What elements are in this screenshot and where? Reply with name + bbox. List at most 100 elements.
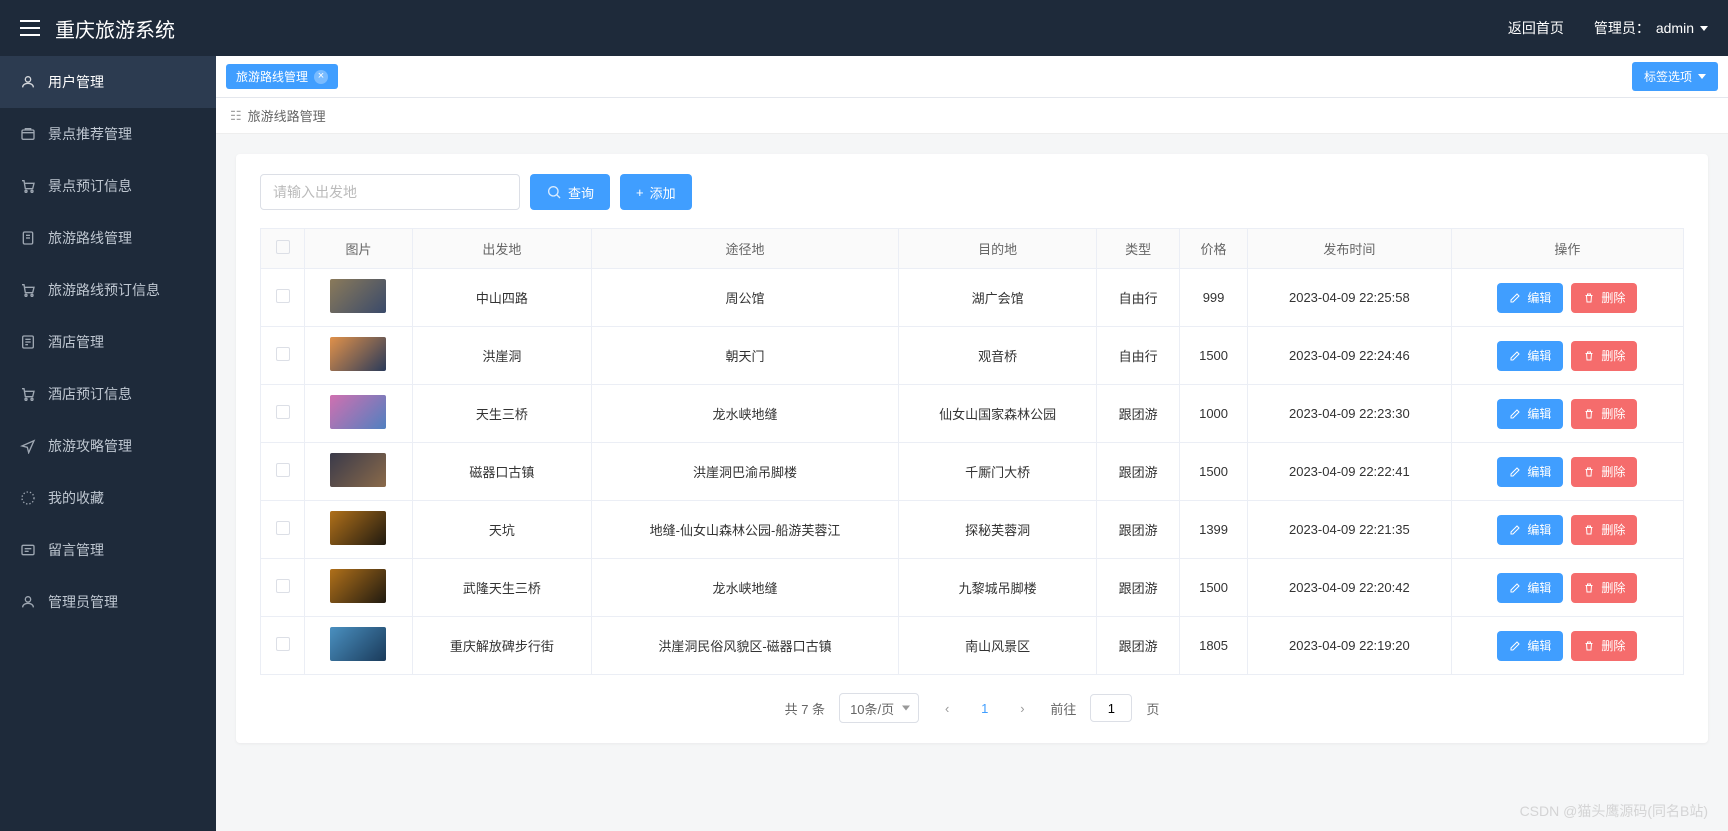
tabs: 旅游路线管理 × <box>226 64 338 89</box>
sidebar-item-label: 酒店预订信息 <box>48 384 132 404</box>
table-row: 天坑 地缝-仙女山森林公园-船游芙蓉江 探秘芙蓉洞 跟团游 1399 2023-… <box>261 501 1684 559</box>
add-button[interactable]: + 添加 <box>620 174 692 210</box>
sidebar-item[interactable]: 旅游攻略管理 <box>0 420 216 472</box>
page-size-select[interactable]: 10条/页 <box>839 693 919 723</box>
sidebar-item[interactable]: 景点推荐管理 <box>0 108 216 160</box>
cell-type: 跟团游 <box>1097 501 1180 559</box>
cell-price: 999 <box>1180 269 1248 327</box>
sidebar-icon <box>20 542 36 558</box>
row-thumbnail <box>330 337 386 371</box>
table-row: 天生三桥 龙水峡地缝 仙女山国家森林公园 跟团游 1000 2023-04-09… <box>261 385 1684 443</box>
sidebar-icon <box>20 438 36 454</box>
delete-label: 删除 <box>1601 521 1625 538</box>
edit-button[interactable]: 编辑 <box>1497 631 1563 661</box>
row-checkbox[interactable] <box>276 405 290 419</box>
sidebar-icon <box>20 178 36 194</box>
delete-button[interactable]: 删除 <box>1571 399 1637 429</box>
delete-button[interactable]: 删除 <box>1571 341 1637 371</box>
row-thumbnail <box>330 453 386 487</box>
sidebar-item[interactable]: 酒店管理 <box>0 316 216 368</box>
table-header: 目的地 <box>899 229 1097 269</box>
table-header: 价格 <box>1180 229 1248 269</box>
sidebar-item-label: 景点推荐管理 <box>48 124 132 144</box>
row-thumbnail <box>330 627 386 661</box>
query-button[interactable]: 查询 <box>530 174 610 210</box>
next-page-button[interactable]: › <box>1008 694 1036 722</box>
menu-toggle-icon[interactable] <box>20 20 40 36</box>
select-all-checkbox[interactable] <box>276 240 290 254</box>
delete-button[interactable]: 删除 <box>1571 573 1637 603</box>
cell-to: 南山风景区 <box>899 617 1097 675</box>
cell-via: 地缝-仙女山森林公园-船游芙蓉江 <box>591 501 898 559</box>
close-icon[interactable]: × <box>314 70 328 84</box>
edit-button[interactable]: 编辑 <box>1497 399 1563 429</box>
table-header: 途径地 <box>591 229 898 269</box>
content-panel: 查询 + 添加 图片出发地途径地目的地类型价格发布时间操作 中山四路 周公馆 湖… <box>236 154 1708 743</box>
trash-icon <box>1583 640 1595 652</box>
row-checkbox[interactable] <box>276 637 290 651</box>
sidebar-item[interactable]: 管理员管理 <box>0 576 216 628</box>
cell-to: 观音桥 <box>899 327 1097 385</box>
cell-time: 2023-04-09 22:23:30 <box>1248 385 1452 443</box>
edit-label: 编辑 <box>1527 521 1551 538</box>
cell-price: 1500 <box>1180 327 1248 385</box>
sidebar-item-label: 旅游路线预订信息 <box>48 280 160 300</box>
table-row: 重庆解放碑步行街 洪崖洞民俗风貌区-磁器口古镇 南山风景区 跟团游 1805 2… <box>261 617 1684 675</box>
row-checkbox[interactable] <box>276 463 290 477</box>
edit-button[interactable]: 编辑 <box>1497 283 1563 313</box>
cell-to: 湖广会馆 <box>899 269 1097 327</box>
tab-active[interactable]: 旅游路线管理 × <box>226 64 338 89</box>
edit-button[interactable]: 编辑 <box>1497 341 1563 371</box>
table-header: 发布时间 <box>1248 229 1452 269</box>
cell-to: 探秘芙蓉洞 <box>899 501 1097 559</box>
edit-button[interactable]: 编辑 <box>1497 457 1563 487</box>
sidebar-item[interactable]: 景点预订信息 <box>0 160 216 212</box>
sidebar-item[interactable]: 旅游路线预订信息 <box>0 264 216 316</box>
data-table: 图片出发地途径地目的地类型价格发布时间操作 中山四路 周公馆 湖广会馆 自由行 … <box>260 228 1684 675</box>
table-header: 操作 <box>1451 229 1683 269</box>
trash-icon <box>1583 582 1595 594</box>
edit-label: 编辑 <box>1527 579 1551 596</box>
page-number[interactable]: 1 <box>975 701 994 716</box>
sidebar-item[interactable]: 旅游路线管理 <box>0 212 216 264</box>
edit-icon <box>1509 408 1521 420</box>
row-checkbox[interactable] <box>276 521 290 535</box>
tab-options-dropdown[interactable]: 标签选项 <box>1632 62 1718 91</box>
sidebar-item[interactable]: 用户管理 <box>0 56 216 108</box>
row-thumbnail <box>330 395 386 429</box>
app-header: 重庆旅游系统 返回首页 管理员： admin <box>0 0 1728 56</box>
sidebar-item-label: 酒店管理 <box>48 332 104 352</box>
trash-icon <box>1583 350 1595 362</box>
breadcrumb-label: 旅游线路管理 <box>248 106 326 125</box>
edit-label: 编辑 <box>1527 637 1551 654</box>
goto-input[interactable] <box>1090 694 1132 722</box>
cell-type: 自由行 <box>1097 327 1180 385</box>
sidebar-item[interactable]: 我的收藏 <box>0 472 216 524</box>
delete-button[interactable]: 删除 <box>1571 515 1637 545</box>
cell-to: 仙女山国家森林公园 <box>899 385 1097 443</box>
prev-page-button[interactable]: ‹ <box>933 694 961 722</box>
edit-button[interactable]: 编辑 <box>1497 515 1563 545</box>
table-header: 出发地 <box>412 229 591 269</box>
delete-button[interactable]: 删除 <box>1571 283 1637 313</box>
admin-name: admin <box>1656 20 1694 36</box>
delete-button[interactable]: 删除 <box>1571 457 1637 487</box>
row-checkbox[interactable] <box>276 579 290 593</box>
trash-icon <box>1583 292 1595 304</box>
admin-dropdown[interactable]: 管理员： admin <box>1594 18 1708 38</box>
cell-to: 九黎城吊脚楼 <box>899 559 1097 617</box>
delete-button[interactable]: 删除 <box>1571 631 1637 661</box>
edit-label: 编辑 <box>1527 289 1551 306</box>
search-input[interactable] <box>260 174 520 210</box>
sidebar-item[interactable]: 酒店预订信息 <box>0 368 216 420</box>
delete-label: 删除 <box>1601 463 1625 480</box>
sidebar-item[interactable]: 留言管理 <box>0 524 216 576</box>
trash-icon <box>1583 466 1595 478</box>
home-link[interactable]: 返回首页 <box>1508 18 1564 38</box>
edit-button[interactable]: 编辑 <box>1497 573 1563 603</box>
cell-type: 跟团游 <box>1097 443 1180 501</box>
row-checkbox[interactable] <box>276 347 290 361</box>
edit-icon <box>1509 524 1521 536</box>
edit-label: 编辑 <box>1527 463 1551 480</box>
row-checkbox[interactable] <box>276 289 290 303</box>
